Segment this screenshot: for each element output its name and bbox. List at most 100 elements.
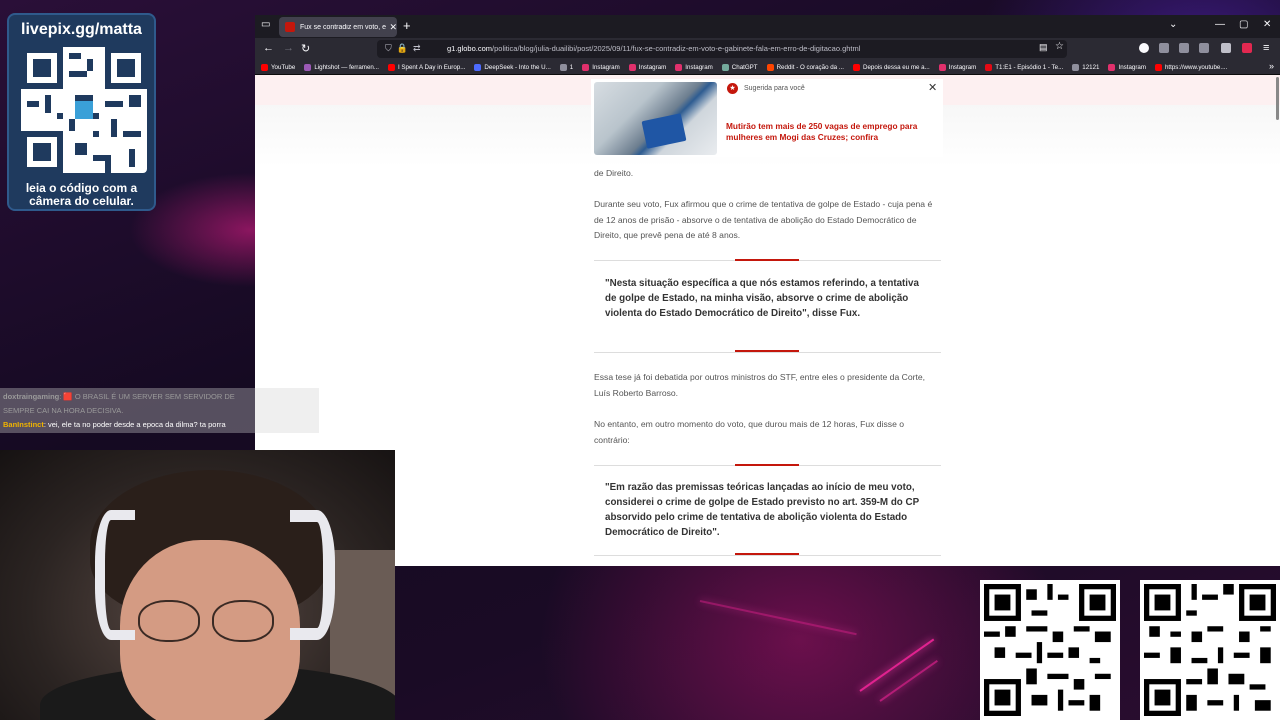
close-tab-icon[interactable]: ✕ bbox=[389, 22, 397, 33]
bookmark-favicon-icon bbox=[559, 63, 567, 71]
chat-username: doxtraingaming bbox=[3, 392, 60, 401]
bookmark-label: 1 bbox=[569, 63, 574, 71]
minimize-icon[interactable]: — bbox=[1215, 19, 1225, 30]
browser-titlebar: ▭ Fux se contradiz em voto, e gab ✕ + ⌄ … bbox=[255, 15, 1280, 38]
bookmark-item[interactable]: YouTube bbox=[261, 63, 296, 71]
chat-text: SEMPRE CAI NA HORA DECISIVA. bbox=[3, 406, 124, 415]
extension-icon[interactable] bbox=[1221, 43, 1231, 53]
bookmark-favicon-icon bbox=[766, 63, 774, 71]
chat-message: BanInstinct: vei, ele ta no poder desde … bbox=[3, 420, 226, 429]
close-window-icon[interactable]: ✕ bbox=[1263, 19, 1271, 30]
bookmark-label: I Spent A Day in Europ... bbox=[397, 63, 466, 71]
speaker-icon[interactable] bbox=[1199, 43, 1209, 53]
tab-list-icon[interactable]: ▭ bbox=[261, 19, 270, 30]
article-paragraph: de Direito. bbox=[594, 168, 634, 178]
address-bar[interactable]: ⛉🔒⇄ g1.globo.com/politica/blog/julia-dua… bbox=[377, 40, 1067, 58]
maximize-icon[interactable]: ▢ bbox=[1239, 19, 1248, 30]
bookmark-item[interactable]: ChatGPT bbox=[721, 63, 758, 71]
bookmark-label: Lightshot — ferramen... bbox=[314, 63, 379, 71]
article-paragraph: Durante seu voto, Fux afirmou que o crim… bbox=[594, 199, 933, 240]
bookmark-favicon-icon bbox=[582, 63, 590, 71]
suggested-article-card[interactable]: ★ Sugerida para você ✕ Mutirão tem mais … bbox=[591, 79, 943, 157]
page-scrollbar[interactable] bbox=[1276, 77, 1279, 120]
bookmark-favicon-icon bbox=[628, 63, 636, 71]
bookmark-item[interactable]: Instagram bbox=[938, 63, 976, 71]
chat-message: SEMPRE CAI NA HORA DECISIVA. bbox=[3, 406, 123, 415]
bookmark-label: Depois dessa eu me a... bbox=[863, 63, 930, 71]
glasses-left-lens bbox=[138, 600, 200, 642]
bookmark-item[interactable]: T1:E1 - Episódio 1 - Te... bbox=[985, 63, 1063, 71]
quote-divider bbox=[594, 555, 941, 556]
chevron-down-icon[interactable]: ⌄ bbox=[1169, 19, 1177, 30]
browser-tab-active[interactable]: Fux se contradiz em voto, e gab ✕ bbox=[279, 17, 397, 37]
chat-username: BanInstinct bbox=[3, 420, 44, 429]
bookmark-item[interactable]: Instagram bbox=[675, 63, 713, 71]
bookmark-item[interactable]: Instagram bbox=[582, 63, 620, 71]
browser-window: ▭ Fux se contradiz em voto, e gab ✕ + ⌄ … bbox=[255, 15, 1280, 566]
chat-text: : vei, ele ta no poder desde a epoca da … bbox=[43, 420, 226, 429]
menu-icon[interactable]: ≡ bbox=[1263, 42, 1269, 54]
suggested-article-title[interactable]: Mutirão tem mais de 250 vagas de emprego… bbox=[726, 121, 941, 142]
bookmark-item[interactable]: I Spent A Day in Europ... bbox=[387, 63, 466, 71]
navigation-bar: ← → ↻ ⛉🔒⇄ g1.globo.com/politica/blog/jul… bbox=[255, 38, 1280, 60]
stream-chat-overlay: doxtraingaming: 🟥 O BRASIL É UM SERVER S… bbox=[0, 388, 319, 433]
quote-rule bbox=[735, 464, 799, 466]
chat-text: : 🟥 O BRASIL É UM SERVER SEM SERVIDOR DE bbox=[59, 392, 235, 401]
forward-icon[interactable]: → bbox=[283, 42, 294, 54]
headset-left bbox=[95, 510, 135, 640]
bookmark-item[interactable]: Lightshot — ferramen... bbox=[304, 63, 379, 71]
back-icon[interactable]: ← bbox=[263, 42, 274, 54]
bookmark-favicon-icon bbox=[721, 63, 729, 71]
close-icon[interactable]: ✕ bbox=[928, 81, 937, 94]
bookmark-favicon-icon bbox=[1072, 63, 1080, 71]
shield-icon[interactable] bbox=[1179, 43, 1189, 53]
qr-caption-line: câmera do celular. bbox=[29, 194, 134, 208]
bookmark-favicon-icon bbox=[1108, 63, 1116, 71]
article-quote: "Em razão das premissas teóricas lançada… bbox=[605, 482, 919, 538]
livepix-qr-widget: livepix.gg/matta leia o código com a câm… bbox=[7, 13, 156, 211]
qr-code-bottom-right bbox=[1140, 580, 1280, 720]
reader-view-icon[interactable]: ▤ bbox=[1039, 42, 1048, 53]
bookmark-item[interactable]: Depois dessa eu me a... bbox=[853, 63, 930, 71]
bookmark-item[interactable]: Reddit - O coração da ... bbox=[766, 63, 844, 71]
site-info-icons[interactable]: ⛉🔒⇄ bbox=[385, 43, 426, 54]
more-bookmarks-icon[interactable]: » bbox=[1269, 61, 1274, 71]
tab-title: Fux se contradiz em voto, e gab bbox=[300, 23, 387, 31]
url-text[interactable]: g1.globo.com/politica/blog/julia-duailib… bbox=[447, 44, 860, 53]
qr-code-image bbox=[21, 47, 147, 173]
g1-favicon-icon bbox=[285, 22, 295, 32]
extension-icon[interactable] bbox=[1139, 43, 1149, 53]
bookmark-label: ChatGPT bbox=[731, 63, 758, 71]
chat-message: doxtraingaming: 🟥 O BRASIL É UM SERVER S… bbox=[3, 392, 235, 401]
bookmark-label: DeepSeek - Into the U... bbox=[484, 63, 551, 71]
extension-icon[interactable] bbox=[1159, 43, 1169, 53]
new-tab-icon[interactable]: + bbox=[403, 18, 411, 33]
bookmark-favicon-icon bbox=[938, 63, 946, 71]
bookmark-favicon-icon bbox=[853, 63, 861, 71]
bookmark-item[interactable]: DeepSeek - Into the U... bbox=[474, 63, 551, 71]
reload-icon[interactable]: ↻ bbox=[301, 42, 310, 55]
url-path: /politica/blog/julia-duailibi/post/2025/… bbox=[492, 44, 861, 53]
glasses-right-lens bbox=[212, 600, 274, 642]
quote-divider bbox=[594, 352, 941, 353]
bookmark-item[interactable]: Instagram bbox=[628, 63, 667, 71]
bookmark-label: YouTube bbox=[271, 63, 296, 71]
bookmark-item[interactable]: https://www.youtube.... bbox=[1154, 63, 1227, 71]
work-card-image bbox=[641, 113, 687, 149]
bookmark-item[interactable]: Instagram bbox=[1108, 63, 1146, 71]
bookmark-favicon-icon bbox=[304, 63, 312, 71]
suggested-article-thumbnail[interactable] bbox=[594, 82, 717, 155]
quote-rule bbox=[735, 259, 799, 261]
bookmark-star-icon[interactable]: ☆ bbox=[1055, 41, 1064, 52]
bookmark-favicon-icon bbox=[1154, 63, 1162, 71]
extension-icon[interactable] bbox=[1242, 43, 1252, 53]
web-page: ★ Sugerida para você ✕ Mutirão tem mais … bbox=[255, 75, 1280, 566]
article-paragraph: Essa tese já foi debatida por outros min… bbox=[594, 372, 926, 398]
bookmarks-bar: YouTube Lightshot — ferramen... I Spent A … bbox=[255, 60, 1280, 75]
bookmark-item[interactable]: 1 bbox=[559, 63, 574, 71]
bookmark-label: Instagram bbox=[685, 63, 713, 71]
bookmark-favicon-icon bbox=[261, 63, 268, 71]
bookmark-label: Instagram bbox=[592, 63, 620, 71]
bookmark-label: Instagram bbox=[638, 63, 667, 71]
bookmark-item[interactable]: 12121 bbox=[1072, 63, 1099, 71]
